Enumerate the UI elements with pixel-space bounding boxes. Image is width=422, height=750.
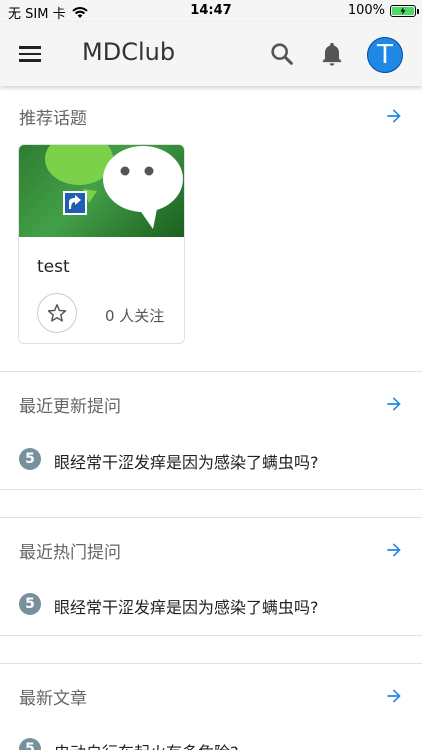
recent-questions-section-header: 最近更新提问 xyxy=(0,384,422,424)
articles-title: 最新文章 xyxy=(19,689,87,709)
articles-section-header: 最新文章 xyxy=(0,676,422,716)
arrow-right-icon[interactable] xyxy=(384,540,404,560)
battery-icon xyxy=(390,4,419,17)
arrow-right-icon[interactable] xyxy=(384,394,404,414)
topic-name: test xyxy=(37,257,70,277)
user-avatar[interactable]: T xyxy=(367,37,403,73)
question-title: 眼经常干涩发痒是因为感染了螨虫吗? xyxy=(54,598,319,617)
article-title: 电动自行车起火有多危险? xyxy=(54,739,239,750)
menu-icon-bar xyxy=(19,52,41,56)
topic-card[interactable]: test 0 人关注 xyxy=(18,144,185,344)
question-title: 眼经常干涩发痒是因为感染了螨虫吗? xyxy=(54,453,319,472)
hot-questions-section-header: 最近热门提问 xyxy=(0,530,422,570)
topic-image xyxy=(19,145,184,237)
star-outline-icon xyxy=(47,304,67,322)
battery-percent: 100% xyxy=(347,3,385,18)
menu-icon-bar xyxy=(19,59,41,62)
user-avatar-small: 5 xyxy=(19,738,41,750)
notifications-button[interactable] xyxy=(318,40,346,68)
bell-icon xyxy=(322,42,342,66)
search-icon xyxy=(271,43,293,65)
section-divider xyxy=(0,489,422,490)
user-avatar-small: 5 xyxy=(19,448,41,470)
menu-button[interactable] xyxy=(16,40,44,68)
battery-fill xyxy=(392,6,414,15)
section-divider xyxy=(0,517,422,518)
section-divider xyxy=(0,635,422,636)
section-divider xyxy=(0,371,422,372)
hot-questions-title: 最近热门提问 xyxy=(19,543,121,563)
app-title: MDClub xyxy=(82,38,176,66)
follow-topic-button[interactable] xyxy=(37,293,77,333)
arrow-right-icon[interactable] xyxy=(384,106,404,126)
user-avatar-small: 5 xyxy=(19,593,41,615)
question-list-item[interactable]: 5 眼经常干涩发痒是因为感染了螨虫吗? xyxy=(0,589,422,621)
search-button[interactable] xyxy=(268,40,296,68)
app-bar: MDClub T xyxy=(0,22,422,86)
status-right: 100% xyxy=(347,3,419,18)
section-divider xyxy=(0,663,422,664)
charging-bolt-icon xyxy=(400,6,406,15)
topics-section-header: 推荐话题 xyxy=(0,96,422,136)
topics-section-title: 推荐话题 xyxy=(19,109,87,129)
arrow-right-icon[interactable] xyxy=(384,686,404,706)
status-bar: 无 SIM 卡 14:47 100% xyxy=(0,0,422,22)
article-list-item[interactable]: 5 电动自行车起火有多危险? xyxy=(0,734,422,750)
recent-questions-title: 最近更新提问 xyxy=(19,397,121,417)
follower-count: 0 人关注 xyxy=(105,307,165,325)
wechat-logo-image xyxy=(45,145,183,229)
question-list-item[interactable]: 5 眼经常干涩发痒是因为感染了螨虫吗? xyxy=(0,444,422,476)
menu-icon-bar xyxy=(19,46,41,49)
